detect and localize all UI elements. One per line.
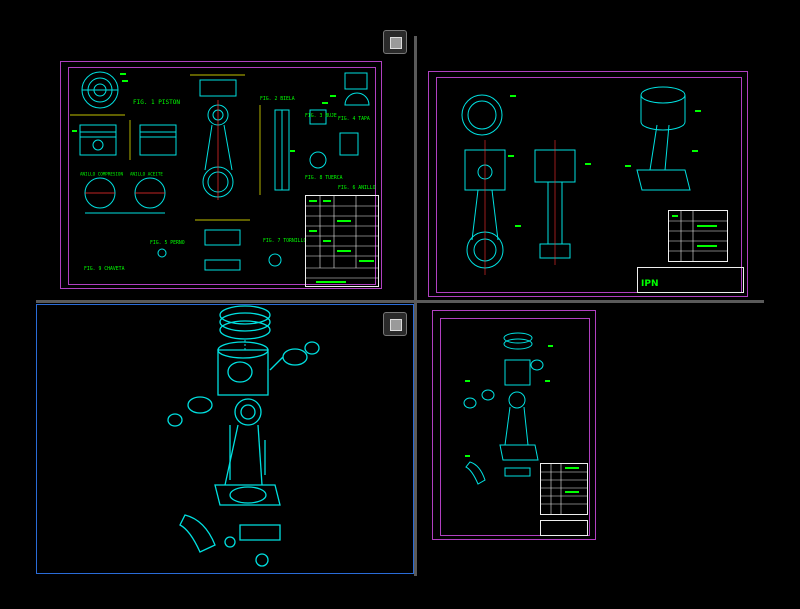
title-block-grid-3 (541, 464, 587, 514)
title-block-exploded (540, 463, 588, 515)
title-block-exploded-main (540, 520, 588, 536)
exploded-drawing-geometry (463, 332, 553, 485)
